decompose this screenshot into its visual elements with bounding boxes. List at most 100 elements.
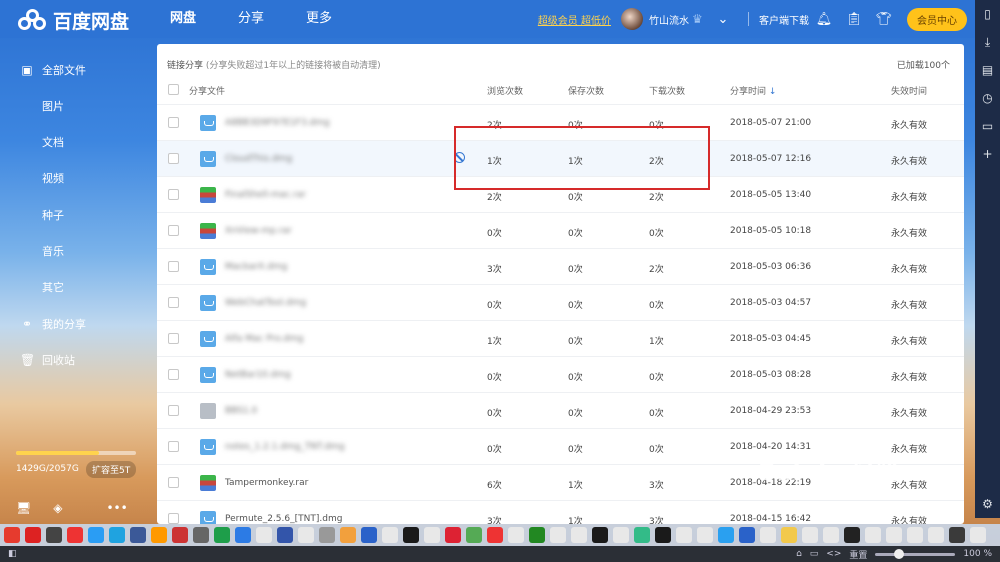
dock-app-icon[interactable]	[529, 527, 545, 543]
dock-app-icon[interactable]	[970, 527, 986, 543]
dock-app-icon[interactable]	[655, 527, 671, 543]
dock-app-icon[interactable]	[844, 527, 860, 543]
file-name[interactable]: WebChatTool.dmg	[225, 298, 306, 308]
chevron-down-icon[interactable]: ⌄	[712, 12, 734, 27]
dock-app-icon[interactable]	[802, 527, 818, 543]
client-download-link[interactable]: 客户端下载	[759, 12, 809, 27]
dock-app-icon[interactable]	[907, 527, 923, 543]
more-icon[interactable]: •••	[106, 501, 127, 515]
dock-app-icon[interactable]	[340, 527, 356, 543]
row-checkbox[interactable]	[168, 297, 179, 308]
dock-app-icon[interactable]	[298, 527, 314, 543]
nav-tab-share[interactable]: 分享	[238, 0, 264, 38]
table-row[interactable]: Permute_2.5.6_[TNT].dmg 3次 1次 3次 2018-04-15 …	[157, 500, 964, 524]
dock-app-icon[interactable]	[151, 527, 167, 543]
dock-app-icon[interactable]	[361, 527, 377, 543]
dock-app-icon[interactable]	[46, 527, 62, 543]
file-name[interactable]: Tampermonkey.rar	[225, 478, 308, 488]
notes-icon[interactable]: ▤	[975, 56, 1000, 84]
reset-zoom-button[interactable]: 重置	[849, 548, 867, 561]
dock-app-icon[interactable]	[277, 527, 293, 543]
sidebar-item-all-files[interactable]: ▣ 全部文件	[0, 58, 150, 82]
dock-app-icon[interactable]	[67, 527, 83, 543]
dock-app-icon[interactable]	[172, 527, 188, 543]
row-checkbox[interactable]	[168, 261, 179, 272]
dock-app-icon[interactable]	[781, 527, 797, 543]
zoom-slider-handle[interactable]	[894, 548, 905, 559]
add-icon[interactable]: +	[975, 140, 1000, 168]
dock-app-icon[interactable]	[25, 527, 41, 543]
dock-app-icon[interactable]	[382, 527, 398, 543]
camera-icon[interactable]: ⌂	[796, 549, 802, 559]
history-icon[interactable]: ◷	[975, 84, 1000, 112]
dock-app-icon[interactable]	[403, 527, 419, 543]
sidebar-item-images[interactable]: 图片	[0, 94, 150, 118]
dock-app-icon[interactable]	[487, 527, 503, 543]
screen-icon[interactable]: ▭	[810, 549, 819, 559]
dock-app-icon[interactable]	[550, 527, 566, 543]
file-name[interactable]: FinalShell-mac.rar	[225, 190, 306, 200]
dock-app-icon[interactable]	[424, 527, 440, 543]
window-icon[interactable]: ▭	[975, 112, 1000, 140]
download-icon[interactable]: ⤓	[975, 28, 1000, 56]
sidebar-item-my-share[interactable]: ⚭ 我的分享	[0, 312, 150, 336]
dock-app-icon[interactable]	[130, 527, 146, 543]
sidebar-item-other[interactable]: 其它	[0, 275, 150, 299]
row-checkbox[interactable]	[168, 117, 179, 128]
row-checkbox[interactable]	[168, 333, 179, 344]
sidebar-item-video[interactable]: 视频	[0, 166, 150, 190]
table-row[interactable]: NetBar10.dmg 0次 0次 0次 2018-05-03 08:28 永久有效	[157, 356, 964, 392]
expand-storage-button[interactable]: 扩容至5T	[86, 461, 137, 478]
file-name[interactable]: Alfa Mac Pro.dmg	[225, 334, 303, 344]
row-checkbox[interactable]	[168, 513, 179, 524]
panel-toggle-icon[interactable]: ◧	[8, 549, 17, 559]
row-checkbox[interactable]	[168, 405, 179, 416]
dock-app-icon[interactable]	[193, 527, 209, 543]
dock-app-icon[interactable]	[613, 527, 629, 543]
code-icon[interactable]: <>	[826, 549, 841, 559]
dock-app-icon[interactable]	[634, 527, 650, 543]
col-file[interactable]: 分享文件	[189, 84, 225, 97]
file-name[interactable]: A8BB3D9F97E1F3.dmg	[225, 118, 330, 128]
nav-tab-more[interactable]: 更多	[306, 0, 332, 38]
vip-promo-link[interactable]: 超级会员 超低价	[538, 12, 611, 27]
row-checkbox[interactable]	[168, 477, 179, 488]
select-all-checkbox[interactable]	[168, 84, 179, 95]
dock-app-icon[interactable]	[319, 527, 335, 543]
tshirt-icon[interactable]: 👕︎	[873, 12, 895, 27]
sidebar-item-music[interactable]: 音乐	[0, 239, 150, 263]
file-name[interactable]: CloudThis.dmg	[225, 154, 292, 164]
sidebar-item-torrent[interactable]: 种子	[0, 203, 150, 227]
dock-app-icon[interactable]	[886, 527, 902, 543]
dock-app-icon[interactable]	[865, 527, 881, 543]
dock-app-icon[interactable]	[466, 527, 482, 543]
dock-app-icon[interactable]	[718, 527, 734, 543]
row-checkbox[interactable]	[168, 153, 179, 164]
row-checkbox[interactable]	[168, 369, 179, 380]
col-saves[interactable]: 保存次数	[568, 84, 604, 97]
dock-app-icon[interactable]	[235, 527, 251, 543]
file-name[interactable]: BBS1.0	[225, 406, 257, 416]
dock-app-icon[interactable]	[256, 527, 272, 543]
dock-app-icon[interactable]	[739, 527, 755, 543]
table-row[interactable]: MacbarX.dmg 3次 0次 2次 2018-05-03 06:36 永久有效	[157, 248, 964, 284]
dock-app-icon[interactable]	[928, 527, 944, 543]
file-name[interactable]: MacbarX.dmg	[225, 262, 287, 272]
dock-app-icon[interactable]	[571, 527, 587, 543]
sidebar-item-recycle-bin[interactable]: 🗑︎ 回收站	[0, 348, 150, 372]
col-downloads[interactable]: 下载次数	[649, 84, 685, 97]
dock-app-icon[interactable]	[88, 527, 104, 543]
dock-app-icon[interactable]	[4, 527, 20, 543]
dock-app-icon[interactable]	[592, 527, 608, 543]
row-checkbox[interactable]	[168, 441, 179, 452]
dock-app-icon[interactable]	[214, 527, 230, 543]
clipboard-icon[interactable]: 📋︎	[843, 12, 865, 27]
file-name[interactable]: XnView-mp.rar	[225, 226, 292, 236]
gear-icon[interactable]: ⚙	[975, 490, 1000, 518]
dock-app-icon[interactable]	[445, 527, 461, 543]
row-checkbox[interactable]	[168, 189, 179, 200]
avatar[interactable]	[621, 8, 643, 30]
col-views[interactable]: 浏览次数	[487, 84, 523, 97]
dock-app-icon[interactable]	[823, 527, 839, 543]
file-name[interactable]: NetBar10.dmg	[225, 370, 291, 380]
